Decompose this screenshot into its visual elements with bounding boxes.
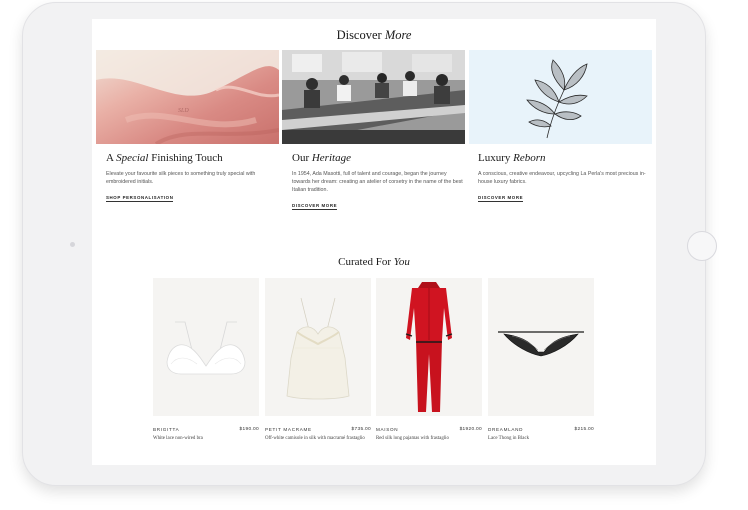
tablet-screen: Discover More SLD A Special Finishing To… bbox=[92, 19, 656, 465]
product-card[interactable]: PETIT MACRAME $735.00 Off-white camisole… bbox=[265, 278, 371, 442]
discover-more-heading: Discover More bbox=[92, 28, 656, 43]
card-title-pre: Our bbox=[292, 152, 312, 164]
card-title-emphasis: Heritage bbox=[311, 152, 351, 164]
product-brand: PETIT MACRAME bbox=[265, 427, 312, 432]
card-title-emphasis: Reborn bbox=[513, 152, 546, 164]
product-description: White lace non-wired bra bbox=[153, 436, 203, 441]
product-card[interactable]: DREAMLAND $215.00 Lace Thong in Black bbox=[488, 278, 594, 442]
discover-title-emphasis: More bbox=[384, 28, 412, 42]
personalisation-image[interactable]: SLD bbox=[96, 50, 279, 144]
product-description: Red silk long pajamas with frastaglio bbox=[376, 436, 449, 441]
luxury-reborn-description: A conscious, creative endeavour, upcycli… bbox=[478, 171, 646, 186]
curated-title-text: Curated For bbox=[338, 256, 394, 268]
heritage-description: In 1954, Ada Masotti, full of talent and… bbox=[292, 171, 463, 194]
product-brand: BRIGITTA bbox=[153, 427, 180, 432]
card-title-emphasis: Special bbox=[116, 152, 149, 164]
personalisation-description: Elevate your favourite silk pieces to so… bbox=[106, 171, 256, 186]
card-title-pre: A bbox=[106, 152, 117, 164]
product-price: $190.00 bbox=[239, 427, 259, 432]
product-card[interactable]: BRIGITTA $190.00 White lace non-wired br… bbox=[153, 278, 259, 442]
card-title-post: Finishing Touch bbox=[148, 152, 223, 164]
home-button[interactable] bbox=[687, 231, 717, 261]
product-brand: MAISON bbox=[376, 427, 399, 432]
product-image[interactable] bbox=[153, 278, 259, 416]
luxury-reborn-image[interactable] bbox=[469, 50, 652, 144]
product-description: Lace Thong in Black bbox=[488, 436, 530, 441]
product-image[interactable] bbox=[488, 278, 594, 416]
luxury-reborn-discover-more-link[interactable]: DISCOVER MORE bbox=[478, 195, 524, 202]
curated-title-emphasis: You bbox=[393, 256, 410, 268]
product-brand: DREAMLAND bbox=[488, 427, 524, 432]
product-description: Off-white camisole in silk with macramé … bbox=[265, 436, 365, 441]
personalisation-title: A Special Finishing Touch bbox=[106, 152, 223, 164]
product-price: $735.00 bbox=[351, 427, 371, 432]
discover-title-text: Discover bbox=[336, 28, 385, 42]
luxury-reborn-title: Luxury Reborn bbox=[478, 152, 546, 164]
shop-personalisation-link[interactable]: SHOP PERSONALISATION bbox=[106, 195, 174, 202]
product-card[interactable]: MAISON $1920.00 Red silk long pajamas wi… bbox=[376, 278, 482, 442]
svg-text:SLD: SLD bbox=[178, 108, 189, 114]
product-image[interactable] bbox=[376, 278, 482, 416]
curated-for-you-heading: Curated For You bbox=[92, 256, 656, 268]
heritage-discover-more-link[interactable]: DISCOVER MORE bbox=[292, 203, 338, 210]
heritage-title: Our Heritage bbox=[292, 152, 351, 164]
front-camera bbox=[70, 242, 75, 247]
card-title-pre: Luxury bbox=[478, 152, 514, 164]
product-price: $215.00 bbox=[574, 427, 594, 432]
heritage-image[interactable] bbox=[282, 50, 465, 144]
product-image[interactable] bbox=[265, 278, 371, 416]
product-price: $1920.00 bbox=[459, 427, 482, 432]
